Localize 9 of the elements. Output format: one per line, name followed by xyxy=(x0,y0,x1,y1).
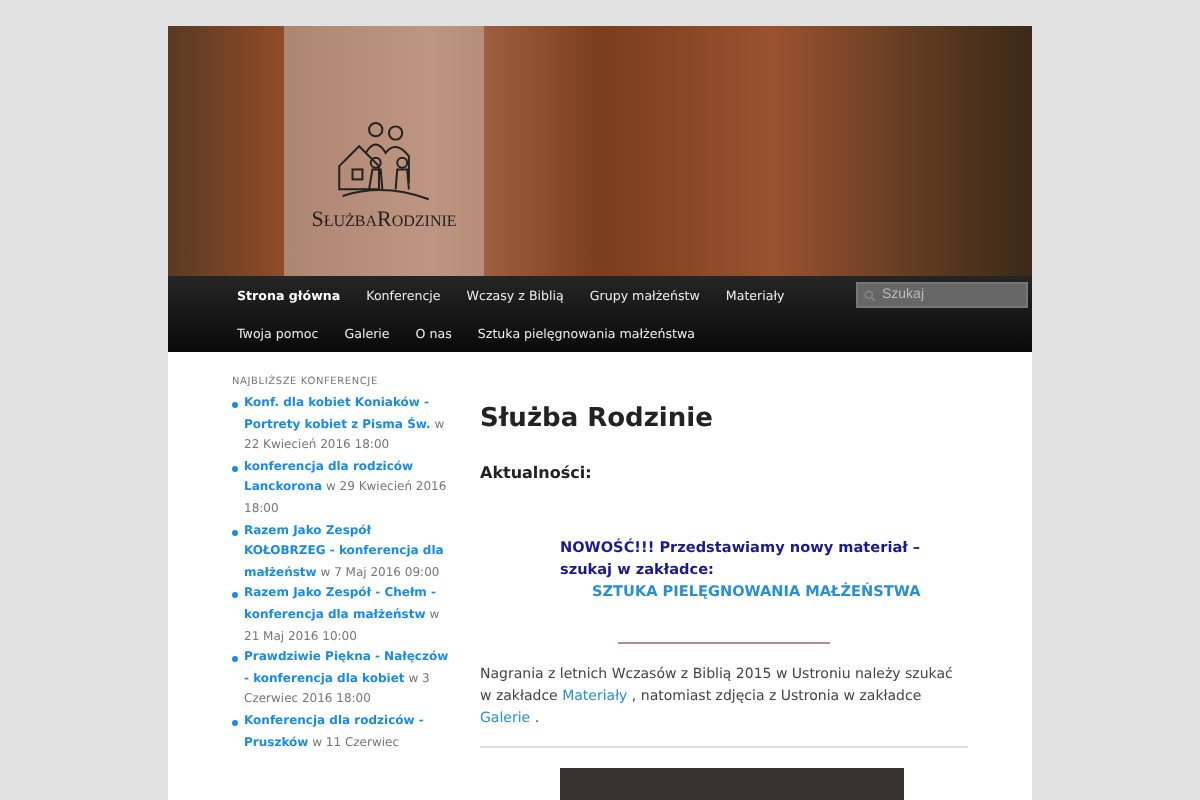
bullet-icon xyxy=(232,402,238,408)
bullet-icon xyxy=(232,719,238,726)
bullet-icon xyxy=(232,592,238,599)
bullet-icon xyxy=(232,529,238,536)
bullet-icon xyxy=(232,465,238,472)
page-title: Służba Rodzinie xyxy=(480,404,715,434)
section-heading: Aktualności: xyxy=(480,464,594,482)
logo-text[interactable]: SłużbaRodzinie xyxy=(311,208,457,232)
bullet-icon xyxy=(232,656,238,663)
